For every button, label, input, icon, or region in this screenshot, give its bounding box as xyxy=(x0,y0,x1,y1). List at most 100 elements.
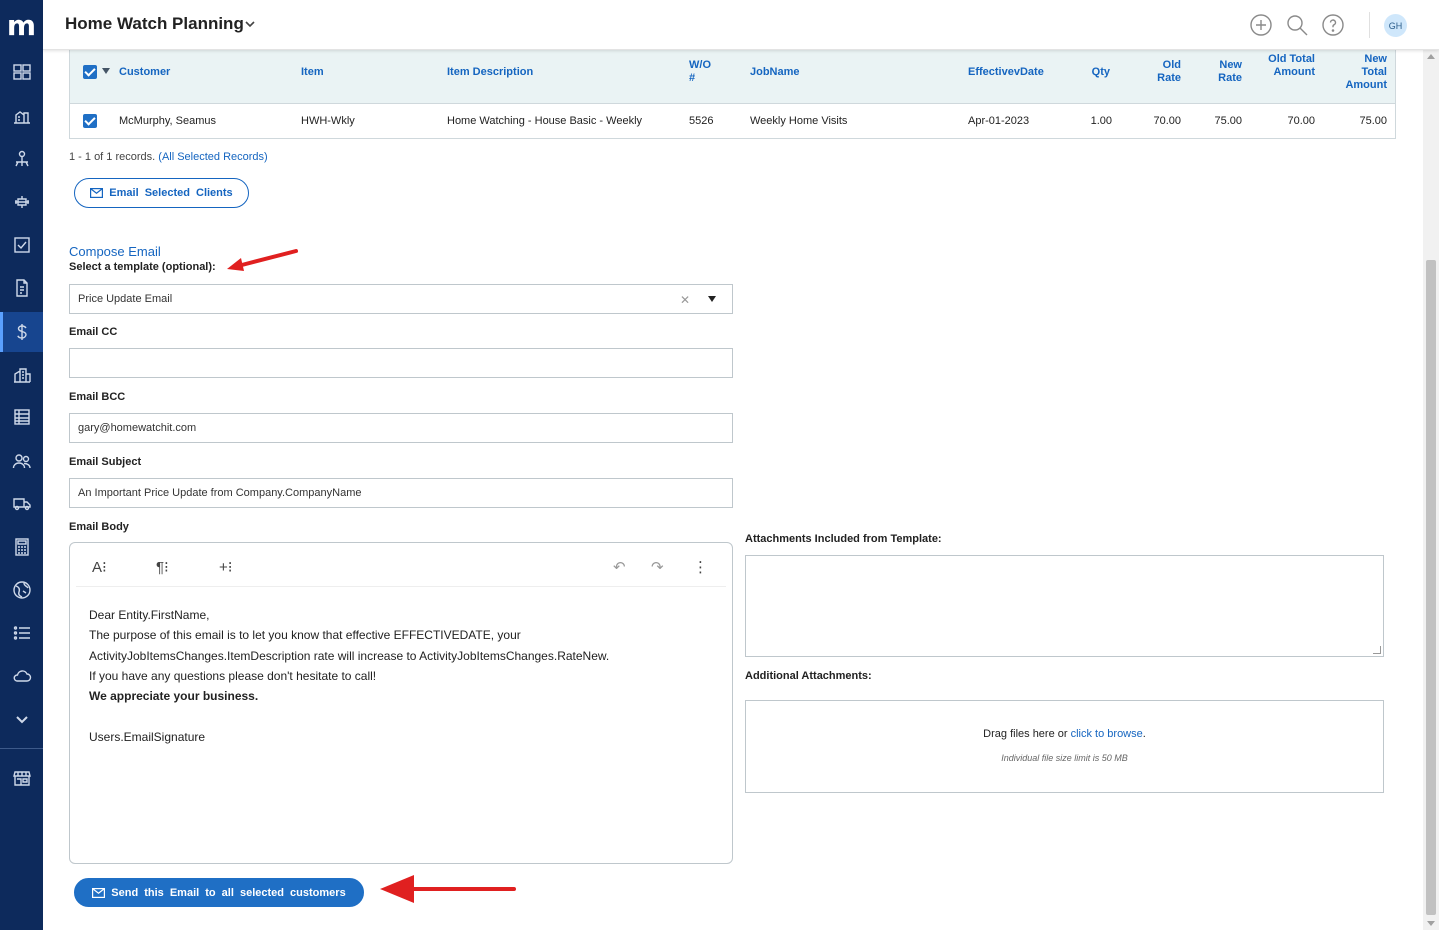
dispatch-icon[interactable] xyxy=(0,139,43,179)
resize-handle-icon[interactable] xyxy=(1373,646,1381,654)
scroll-up-arrow-icon[interactable] xyxy=(1427,54,1435,59)
left-nav: m xyxy=(0,0,43,930)
col-wo[interactable]: W/O # xyxy=(689,59,715,85)
help-icon[interactable] xyxy=(1321,13,1345,37)
body-line: Dear Entity.FirstName, xyxy=(89,608,210,622)
clear-icon[interactable]: ✕ xyxy=(680,293,690,307)
template-attachments-label: Attachments Included from Template: xyxy=(745,533,942,545)
cell-new-rate: 75.00 xyxy=(1214,115,1242,127)
search-icon[interactable] xyxy=(1285,13,1309,37)
dashboard-icon[interactable] xyxy=(0,52,43,92)
body-line: If you have any questions please don't h… xyxy=(89,668,377,683)
bcc-input[interactable]: gary@homewatchit.com xyxy=(69,413,733,443)
col-new-rate[interactable]: New Rate xyxy=(1201,59,1242,85)
table-row[interactable]: McMurphy, Seamus HWH-Wkly Home Watching … xyxy=(70,104,1395,138)
col-effective-date[interactable]: EffectivevDate xyxy=(968,66,1044,79)
browse-link[interactable]: click to browse xyxy=(1071,728,1143,740)
cell-jobname: Weekly Home Visits xyxy=(750,115,848,127)
email-body-editor[interactable]: A⁝ ¶⁝ +⁝ ↶ ↷ ⋮ Dear Entity.FirstName, Th… xyxy=(69,542,733,864)
col-item-description[interactable]: Item Description xyxy=(447,66,533,79)
template-attachments-box[interactable] xyxy=(745,555,1384,657)
page-title[interactable]: Home Watch Planning xyxy=(65,14,244,34)
vertical-scrollbar[interactable] xyxy=(1423,50,1439,930)
cell-qty: 1.00 xyxy=(1090,115,1112,127)
body-line-bold: We appreciate your business. xyxy=(89,689,259,704)
col-jobname[interactable]: JobName xyxy=(750,66,800,79)
compose-email-heading: Compose Email xyxy=(69,244,161,259)
subject-input[interactable]: An Important Price Update from Company.C… xyxy=(69,478,733,508)
app-logo[interactable]: m xyxy=(0,0,43,50)
list-icon[interactable] xyxy=(0,613,43,653)
email-selected-clients-button[interactable]: Email Selected Clients xyxy=(74,178,249,208)
cc-input[interactable] xyxy=(69,348,733,378)
equipment-icon[interactable] xyxy=(0,182,43,222)
template-label: Select a template (optional): xyxy=(69,261,216,273)
subject-label: Email Subject xyxy=(69,456,142,468)
nav-divider xyxy=(0,748,43,749)
envelope-icon xyxy=(92,887,106,898)
email-body-content[interactable]: Dear Entity.FirstName, The purpose of th… xyxy=(89,605,719,747)
tasks-icon[interactable] xyxy=(0,225,43,265)
col-new-total-amount[interactable]: New Total Amount xyxy=(1336,53,1387,92)
body-line: ActivityJobItemsChanges.ItemDescription … xyxy=(89,648,610,663)
calculator-icon[interactable] xyxy=(0,527,43,567)
bcc-input-value: gary@homewatchit.com xyxy=(78,422,197,434)
more-options-icon[interactable]: ⋮ xyxy=(693,558,708,576)
cell-old-rate: 70.00 xyxy=(1153,115,1181,127)
insert-icon[interactable]: +⁝ xyxy=(219,558,233,576)
reports-icon[interactable] xyxy=(0,268,43,308)
select-menu-caret-icon[interactable] xyxy=(102,68,110,74)
undo-icon[interactable]: ↶ xyxy=(613,558,626,576)
subject-input-value: An Important Price Update from Company.C… xyxy=(78,487,362,499)
people-icon[interactable] xyxy=(0,441,43,481)
cell-item: HWH-Wkly xyxy=(301,115,355,127)
scroll-down-arrow-icon[interactable] xyxy=(1427,921,1435,926)
store-icon[interactable] xyxy=(0,758,43,798)
scrollbar-thumb[interactable] xyxy=(1426,260,1436,915)
file-drop-zone[interactable]: Drag files here or click to browse. Indi… xyxy=(745,700,1384,793)
envelope-icon xyxy=(90,188,104,198)
property-icon[interactable] xyxy=(0,96,43,136)
cell-old-total-amount: 70.00 xyxy=(1287,115,1315,127)
add-icon[interactable] xyxy=(1249,13,1273,37)
body-line: The purpose of this email is to let you … xyxy=(89,628,521,643)
billing-icon[interactable] xyxy=(0,312,43,352)
send-email-button[interactable]: Send this Email to all selected customer… xyxy=(74,878,364,907)
buildings-icon[interactable] xyxy=(0,355,43,395)
chevron-down-icon[interactable] xyxy=(0,699,43,739)
annotation-arrow-template xyxy=(227,249,298,271)
spreadsheet-icon[interactable] xyxy=(0,397,43,437)
additional-attachments-label: Additional Attachments: xyxy=(745,670,872,682)
record-count: 1 - 1 of 1 records. (All Selected Record… xyxy=(69,151,268,163)
redo-icon[interactable]: ↷ xyxy=(651,558,664,576)
truck-icon[interactable] xyxy=(0,483,43,523)
cell-customer: McMurphy, Seamus xyxy=(119,115,216,127)
price-changes-grid: Customer Item Item Description W/O # Job… xyxy=(69,50,1396,139)
top-header: Home Watch Planning GH xyxy=(43,0,1439,50)
cloud-icon[interactable] xyxy=(0,656,43,696)
row-checkbox[interactable] xyxy=(83,114,97,128)
bcc-label: Email BCC xyxy=(69,391,126,403)
col-old-rate[interactable]: Old Rate xyxy=(1140,59,1181,85)
title-chevron-down-icon[interactable] xyxy=(243,17,257,31)
drop-zone-instruction: Drag files here or xyxy=(983,728,1071,740)
col-item[interactable]: Item xyxy=(301,66,324,79)
file-size-limit: Individual file size limit is 50 MB xyxy=(1001,753,1128,763)
paragraph-format-icon[interactable]: ¶⁝ xyxy=(156,558,169,576)
all-selected-records-link[interactable]: (All Selected Records) xyxy=(158,151,267,163)
drop-zone-suffix: . xyxy=(1142,728,1146,740)
select-all-checkbox[interactable] xyxy=(83,65,97,79)
dropdown-arrow-icon[interactable] xyxy=(708,296,716,302)
col-customer[interactable]: Customer xyxy=(119,66,170,79)
cell-effective-date: Apr-01-2023 xyxy=(968,115,1030,127)
template-select[interactable]: Price Update Email ✕ xyxy=(69,284,733,314)
col-old-total-amount[interactable]: Old Total Amount xyxy=(1265,53,1315,79)
col-qty[interactable]: Qty xyxy=(1070,66,1110,79)
editor-toolbar: A⁝ ¶⁝ +⁝ ↶ ↷ ⋮ xyxy=(76,549,726,587)
header-divider xyxy=(1369,12,1370,38)
user-avatar[interactable]: GH xyxy=(1384,14,1407,37)
cell-item-description: Home Watching - House Basic - Weekly xyxy=(447,115,643,127)
globe-icon[interactable] xyxy=(0,570,43,610)
text-format-icon[interactable]: A⁝ xyxy=(92,558,107,576)
body-line-empty xyxy=(89,706,719,726)
